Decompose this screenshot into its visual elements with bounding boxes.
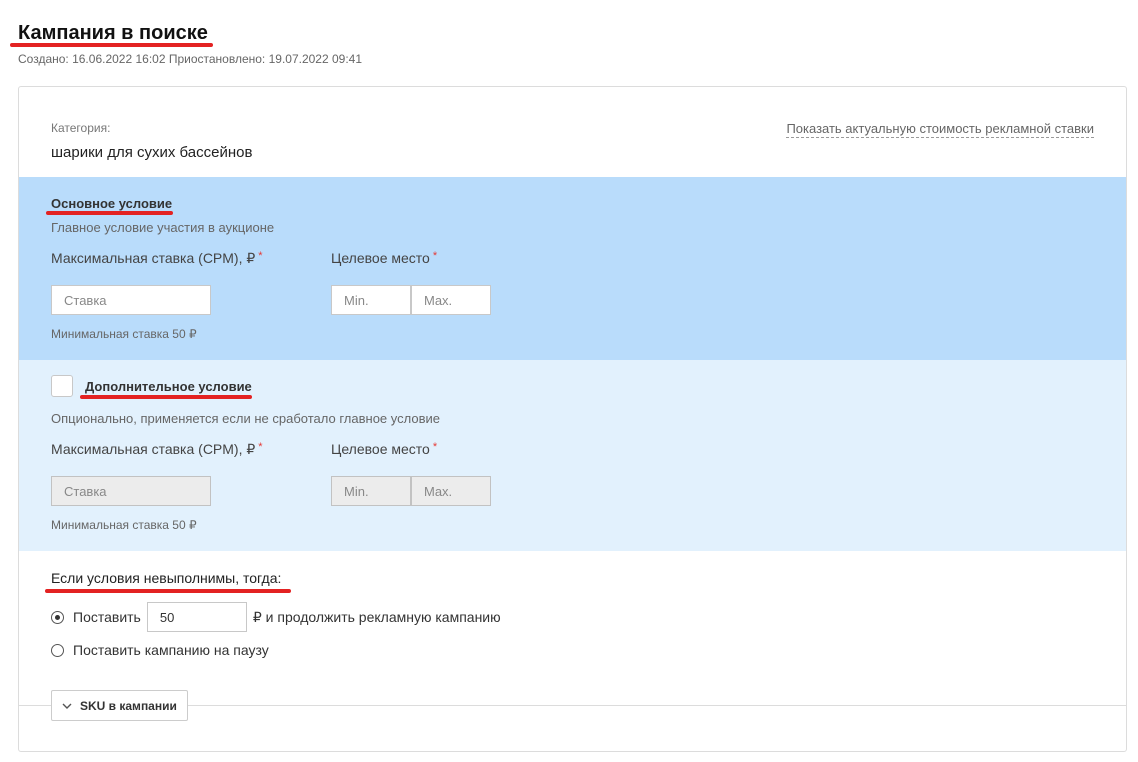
campaign-card: Категория: шарики для сухих бассейнов По… xyxy=(18,86,1127,752)
category-label: Категория: xyxy=(51,121,111,135)
required-mark: * xyxy=(258,250,263,262)
show-bid-price-link[interactable]: Показать актуальную стоимость рекламной … xyxy=(786,121,1094,138)
main-condition-section: Основное условие Главное условие участия… xyxy=(19,177,1126,360)
radio-pause[interactable] xyxy=(51,643,64,657)
main-place-min-input[interactable] xyxy=(331,285,411,315)
extra-condition-subtitle: Опционально, применяется если не сработа… xyxy=(51,411,440,426)
required-mark: * xyxy=(432,250,438,262)
extra-min-bid-hint: Минимальная ставка 50 ₽ xyxy=(51,518,197,532)
chevron-down-icon xyxy=(62,703,72,709)
sku-button-label: SKU в кампании xyxy=(80,698,177,713)
main-bid-label: Максимальная ставка (CPM), ₽ * xyxy=(51,250,263,266)
fallback-option-pause[interactable]: Поставить кампанию на паузу xyxy=(51,642,269,658)
fallback-title: Если условия невыполнимы, тогда: xyxy=(51,570,282,586)
extra-condition-section: Дополнительное условие Опционально, прим… xyxy=(19,360,1126,551)
required-mark: * xyxy=(258,441,263,453)
fallback-annotation-underline xyxy=(45,589,291,593)
main-min-bid-hint: Минимальная ставка 50 ₽ xyxy=(51,327,197,341)
option-pause-label: Поставить кампанию на паузу xyxy=(73,642,269,658)
extra-bid-label: Максимальная ставка (CPM), ₽ * xyxy=(51,441,263,457)
extra-place-label: Целевое место * xyxy=(331,441,438,457)
extra-place-max-input[interactable] xyxy=(411,476,491,506)
extra-bid-input[interactable] xyxy=(51,476,211,506)
option-continue-prefix: Поставить xyxy=(73,609,141,625)
campaign-meta: Создано: 16.06.2022 16:02 Приостановлено… xyxy=(18,52,363,66)
main-condition-subtitle: Главное условие участия в аукционе xyxy=(51,220,275,235)
option-continue-suffix: ₽ и продолжить рекламную кампанию xyxy=(252,608,501,625)
title-annotation-underline xyxy=(10,43,213,47)
category-value: шарики для сухих бассейнов xyxy=(51,144,253,161)
main-bid-input[interactable] xyxy=(51,285,211,315)
extra-condition-annotation-underline xyxy=(80,395,252,399)
radio-continue[interactable] xyxy=(51,610,64,624)
page-title: Кампания в поиске xyxy=(18,22,208,44)
main-place-label: Целевое место * xyxy=(331,250,438,266)
main-condition-title: Основное условие xyxy=(51,196,173,211)
required-mark: * xyxy=(432,441,438,453)
fallback-option-continue[interactable]: Поставить ₽ и продолжить рекламную кампа… xyxy=(51,602,501,632)
main-place-max-input[interactable] xyxy=(411,285,491,315)
main-condition-annotation-underline xyxy=(46,211,173,215)
extra-condition-checkbox[interactable] xyxy=(51,375,73,397)
fallback-rate-input[interactable] xyxy=(146,602,247,632)
extra-condition-title: Дополнительное условие xyxy=(85,379,252,394)
sku-toggle-button[interactable]: SKU в кампании xyxy=(51,690,188,721)
extra-place-min-input[interactable] xyxy=(331,476,411,506)
